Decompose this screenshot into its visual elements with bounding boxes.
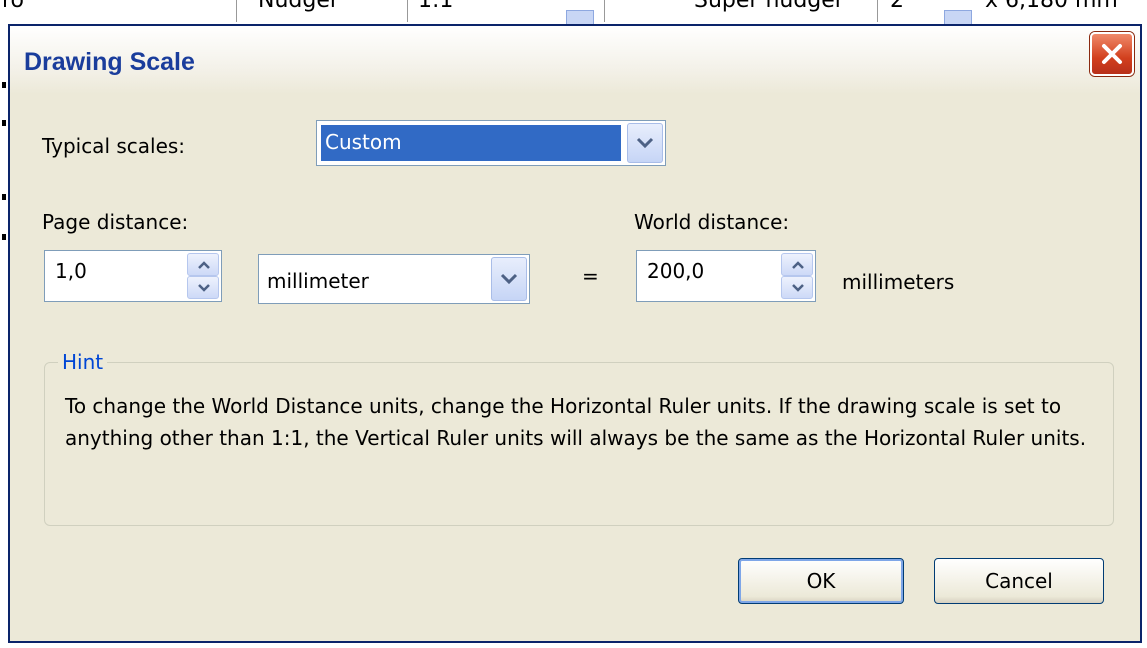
cancel-button[interactable]: Cancel bbox=[934, 558, 1104, 604]
typical-scales-dropdown[interactable]: Custom bbox=[316, 120, 666, 166]
background-fragment: x 6,180 mm bbox=[985, 0, 1118, 13]
page-unit-dropdown[interactable]: millimeter bbox=[258, 254, 530, 304]
typical-scales-label: Typical scales: bbox=[42, 134, 186, 158]
page-distance-spinner bbox=[187, 253, 219, 299]
spin-down-icon bbox=[198, 283, 210, 292]
typical-scales-value: Custom bbox=[321, 125, 621, 161]
background-toolbar: ro Nudger 1:1 Super nudger 2 x 6,180 mm bbox=[0, 0, 1147, 24]
world-distance-down-button[interactable] bbox=[781, 276, 813, 299]
dialog-title: Drawing Scale bbox=[24, 48, 195, 76]
hint-text: To change the World Distance units, chan… bbox=[65, 394, 1087, 450]
background-left-edge bbox=[0, 24, 8, 648]
page-distance-down-button[interactable] bbox=[187, 276, 219, 299]
world-distance-input[interactable]: 200,0 bbox=[636, 250, 816, 302]
spin-up-icon bbox=[792, 260, 804, 269]
hint-title: Hint bbox=[58, 350, 108, 374]
page-distance-input[interactable]: 1,0 bbox=[44, 250, 222, 302]
typical-scales-dropdown-button[interactable] bbox=[627, 123, 663, 163]
ok-button[interactable]: OK bbox=[738, 558, 904, 604]
close-icon bbox=[1102, 44, 1122, 64]
title-bar[interactable]: Drawing Scale bbox=[10, 26, 1140, 94]
chevron-down-icon bbox=[636, 137, 654, 149]
page-distance-label: Page distance: bbox=[42, 210, 189, 234]
page-distance-value: 1,0 bbox=[55, 259, 87, 283]
drawing-scale-dialog: Drawing Scale Typical scales: Custom Pag… bbox=[8, 24, 1142, 643]
world-unit-label: millimeters bbox=[842, 270, 955, 294]
page-distance-up-button[interactable] bbox=[187, 253, 219, 276]
spin-down-icon bbox=[792, 283, 804, 292]
world-distance-value: 200,0 bbox=[647, 259, 705, 283]
world-distance-label: World distance: bbox=[634, 210, 790, 234]
world-distance-spinner bbox=[781, 253, 813, 299]
spin-up-icon bbox=[198, 260, 210, 269]
close-button[interactable] bbox=[1090, 32, 1134, 76]
equals-sign: = bbox=[582, 264, 599, 288]
world-distance-up-button[interactable] bbox=[781, 253, 813, 276]
page-unit-value: millimeter bbox=[267, 269, 369, 293]
background-dropdown bbox=[944, 10, 972, 24]
page-unit-dropdown-button[interactable] bbox=[491, 257, 527, 301]
chevron-down-icon bbox=[500, 273, 518, 285]
background-fragment: 2 bbox=[890, 0, 904, 13]
